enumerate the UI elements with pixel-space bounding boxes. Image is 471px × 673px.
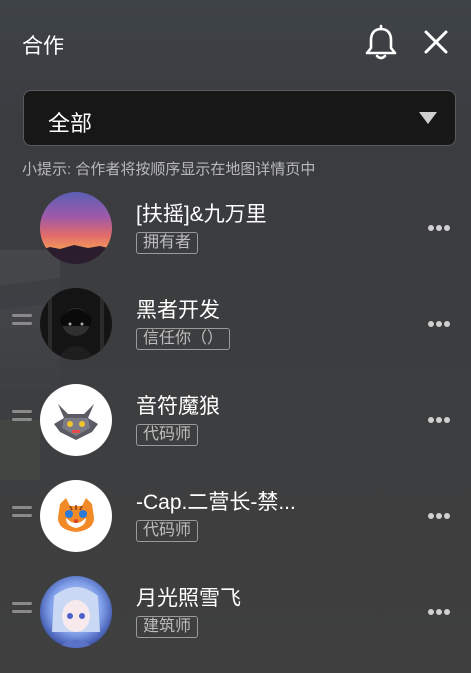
- panel-header: 合作: [0, 0, 471, 88]
- list-item[interactable]: 黑者开发 信任你（）: [0, 282, 471, 378]
- panel-title: 合作: [22, 35, 64, 58]
- bell-icon[interactable]: [362, 24, 400, 62]
- drag-handle-icon[interactable]: [12, 410, 32, 424]
- role-badge: 信任你（）: [136, 328, 231, 350]
- more-options-icon[interactable]: [428, 506, 454, 519]
- role-badge: 代码师: [136, 520, 199, 542]
- more-options-icon[interactable]: [428, 602, 454, 615]
- list-item[interactable]: [扶摇]&九万里 拥有者: [0, 186, 471, 282]
- role-filter-value: 全部: [48, 111, 93, 136]
- avatar: [40, 288, 112, 360]
- list-item[interactable]: 音符魔狼 代码师: [0, 378, 471, 474]
- role-badge: 代码师: [136, 424, 199, 446]
- list-item[interactable]: 月光照雪飞 建筑师: [0, 570, 471, 666]
- more-options-icon[interactable]: [428, 314, 454, 327]
- collaborator-name: -Cap.二营长-禁...: [136, 491, 296, 514]
- collaboration-panel: 合作 全部 小提示: 合作者将按顺序显示在地图详情页中 [扶摇]&九万里 拥有者…: [0, 0, 471, 673]
- role-filter-select[interactable]: 全部: [23, 90, 456, 146]
- avatar: [40, 480, 112, 552]
- collaborator-name: 黑者开发: [136, 299, 220, 322]
- more-options-icon[interactable]: [428, 410, 454, 423]
- collaborator-name: 月光照雪飞: [136, 587, 241, 610]
- close-icon[interactable]: [420, 26, 452, 58]
- drag-handle-icon[interactable]: [12, 602, 32, 616]
- drag-handle-icon[interactable]: [12, 506, 32, 520]
- collaborator-name: [扶摇]&九万里: [136, 203, 267, 226]
- role-badge: 建筑师: [136, 616, 199, 638]
- avatar: [40, 384, 112, 456]
- more-options-icon[interactable]: [428, 218, 454, 231]
- hint-text: 小提示: 合作者将按顺序显示在地图详情页中: [22, 161, 316, 178]
- caret-down-icon: [419, 112, 437, 124]
- drag-handle-icon[interactable]: [12, 314, 32, 328]
- avatar: [40, 192, 112, 264]
- avatar: [40, 576, 112, 648]
- collaborator-name: 音符魔狼: [136, 395, 220, 418]
- role-badge: 拥有者: [136, 232, 199, 254]
- list-item[interactable]: -Cap.二营长-禁... 代码师: [0, 474, 471, 570]
